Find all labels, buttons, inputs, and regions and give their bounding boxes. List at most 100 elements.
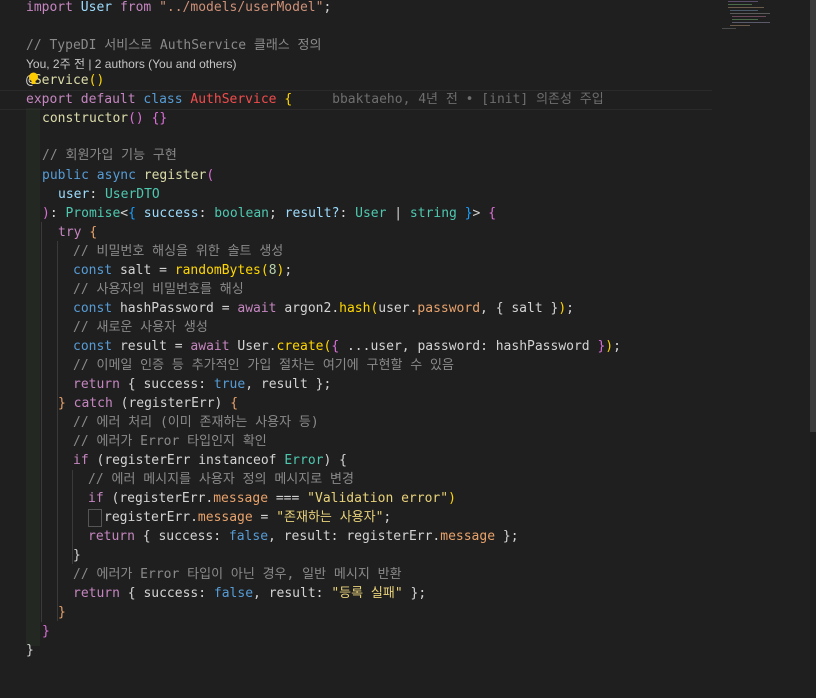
codelens-blame[interactable]: You, 2주 전 | 2 authors (You and others) [26, 56, 806, 72]
code-line[interactable]: } [26, 641, 806, 660]
punctuation: : [198, 377, 207, 392]
operator: = [221, 301, 230, 316]
operator: = [159, 263, 167, 278]
keyword: const [73, 339, 113, 354]
keyword: instanceof [198, 453, 277, 468]
code-line[interactable]: // 비밀번호 해싱을 위한 솔트 생성 [73, 242, 816, 261]
code-line[interactable]: // 새로운 사용자 생성 [73, 318, 816, 337]
punctuation: ; [284, 263, 293, 278]
method-call: hash [339, 301, 371, 316]
bracket: ) [42, 206, 50, 221]
identifier: argon2 [284, 301, 332, 316]
punctuation: : [315, 586, 324, 601]
bracket: } [502, 529, 511, 544]
code-line[interactable]: export default class AuthService {bbakta… [26, 90, 806, 109]
type-name: Promise [65, 206, 121, 221]
code-line[interactable]: // 에러 메시지를 사용자 정의 메시지로 변경 [88, 470, 816, 489]
identifier: User [237, 339, 269, 354]
bracket: { [230, 396, 239, 411]
keyword: default [80, 92, 136, 107]
punctuation: ; [323, 0, 332, 15]
identifier: hashPassword [495, 339, 590, 354]
comment: // 사용자의 비밀번호를 해싱 [73, 282, 244, 297]
code-line[interactable]: if (registerErr instanceof Error) { [73, 451, 816, 470]
minimap[interactable] [722, 0, 784, 32]
keyword: catch [73, 396, 113, 411]
comment: // 에러가 Error 타입이 아닌 경우, 일반 메시지 반환 [73, 567, 402, 582]
number: 8 [268, 263, 277, 278]
identifier: registerErr [119, 491, 206, 506]
code-line[interactable]: @Service() [26, 71, 806, 90]
code-line[interactable]: } [58, 603, 816, 622]
punctuation: , [401, 339, 410, 354]
bracket: { [339, 453, 347, 468]
code-editor[interactable]: import User from "../models/userModel"; … [0, 0, 816, 698]
cursor [88, 508, 102, 527]
code-line[interactable]: // 이메일 인증 등 추가적인 가입 절차는 여기에 구현할 수 있음 [73, 356, 816, 375]
code-line[interactable]: const result = await User.create({ ...us… [73, 337, 816, 356]
code-line[interactable]: ): Promise<{ success: boolean; result?: … [42, 204, 816, 223]
code-line[interactable]: user: UserDTO [58, 185, 816, 204]
punctuation: . [268, 339, 277, 354]
bracket: ( [260, 263, 269, 278]
punctuation: , [253, 586, 261, 601]
type-name: boolean [214, 206, 270, 221]
punctuation: : [213, 529, 222, 544]
inline-blame[interactable]: bbaktaeho, 4년 전 • [init] 의존성 주입 [332, 92, 604, 107]
punctuation: > [472, 206, 481, 221]
code-line[interactable]: constructor() {} [42, 109, 816, 128]
code-line[interactable]: } catch (registerErr) { [58, 394, 816, 413]
bracket: { [142, 529, 151, 544]
code-line[interactable]: registerErr.message = "존재하는 사용자"; [88, 508, 816, 527]
identifier: User [80, 0, 113, 15]
bracket: { [127, 377, 136, 392]
scrollbar-thumb[interactable] [810, 0, 816, 432]
punctuation: . [190, 510, 198, 525]
code-line[interactable]: } [42, 622, 816, 641]
comment: // TypeDI 서비스로 AuthService 클래스 정의 [26, 38, 322, 53]
property: success [143, 586, 199, 601]
code-line[interactable]: // TypeDI 서비스로 AuthService 클래스 정의 [26, 36, 806, 55]
comment: // 비밀번호 해싱을 위한 솔트 생성 [73, 244, 284, 259]
property: password [417, 301, 481, 316]
comment: // 에러 처리 (이미 존재하는 사용자 등) [73, 415, 319, 430]
code-line[interactable]: const hashPassword = await argon2.hash(u… [73, 299, 816, 318]
code-line[interactable]: return { success: true, result }; [73, 375, 816, 394]
punctuation: ; [323, 377, 332, 392]
identifier: registerErr [346, 529, 433, 544]
code-line[interactable]: } [73, 546, 816, 565]
identifier: registerErr [104, 453, 191, 468]
punctuation: ; [383, 510, 392, 525]
method-name: register [143, 168, 207, 183]
keyword: const [73, 263, 113, 278]
bracket: {} [151, 111, 168, 126]
comment: // 에러 메시지를 사용자 정의 메시지로 변경 [88, 472, 354, 487]
code-line[interactable]: // 에러가 Error 타입인지 확인 [73, 432, 816, 451]
punctuation: | [394, 206, 403, 221]
property: success [143, 206, 199, 221]
bracket: } [42, 624, 50, 639]
code-line[interactable]: public async register( [42, 166, 816, 185]
punctuation: , [245, 377, 254, 392]
code-line[interactable]: // 에러 처리 (이미 존재하는 사용자 등) [73, 413, 816, 432]
code-line[interactable]: import User from "../models/userModel"; [26, 0, 806, 17]
property: message [440, 529, 496, 544]
punctuation: ; [613, 339, 621, 354]
lightbulb-icon[interactable] [28, 72, 39, 85]
code-line[interactable]: const salt = randomBytes(8); [73, 261, 816, 280]
boolean: false [228, 529, 269, 544]
code-line[interactable]: // 에러가 Error 타입이 아닌 경우, 일반 메시지 반환 [73, 565, 816, 584]
code-line[interactable]: return { success: false, result: "등록 실패"… [73, 584, 816, 603]
code-line[interactable]: try { [58, 223, 816, 242]
punctuation: , [480, 301, 488, 316]
method-call: create [276, 339, 324, 354]
type-name: Error [284, 453, 324, 468]
code-line[interactable]: // 사용자의 비밀번호를 해싱 [73, 280, 816, 299]
code-line[interactable]: if (registerErr.message === "Validation … [88, 489, 816, 508]
boolean: true [213, 377, 246, 392]
keyword: return [88, 529, 135, 544]
keyword: return [73, 377, 120, 392]
code-line[interactable]: // 회원가입 기능 구현 [42, 146, 816, 165]
keyword: if [88, 491, 104, 506]
code-line[interactable]: return { success: false, result: registe… [88, 527, 816, 546]
